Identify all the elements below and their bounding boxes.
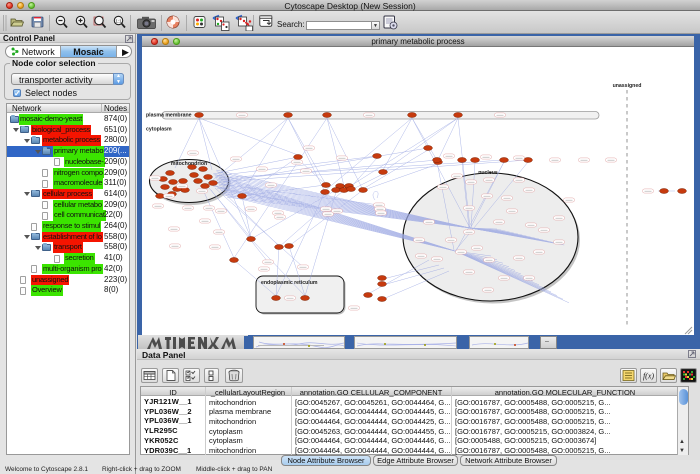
svg-text:endoplasmic reticulum: endoplasmic reticulum [261,280,318,286]
svg-text:plasma membrane: plasma membrane [146,113,192,119]
svg-text:unassigned: unassigned [613,83,642,89]
svg-text:mitochondrion: mitochondrion [171,161,207,167]
svg-text:1:1: 1:1 [115,19,122,24]
svg-text:nucleus: nucleus [478,170,498,176]
svg-text:cytoplasm: cytoplasm [146,127,172,133]
svg-text:f(x): f(x) [643,372,654,381]
